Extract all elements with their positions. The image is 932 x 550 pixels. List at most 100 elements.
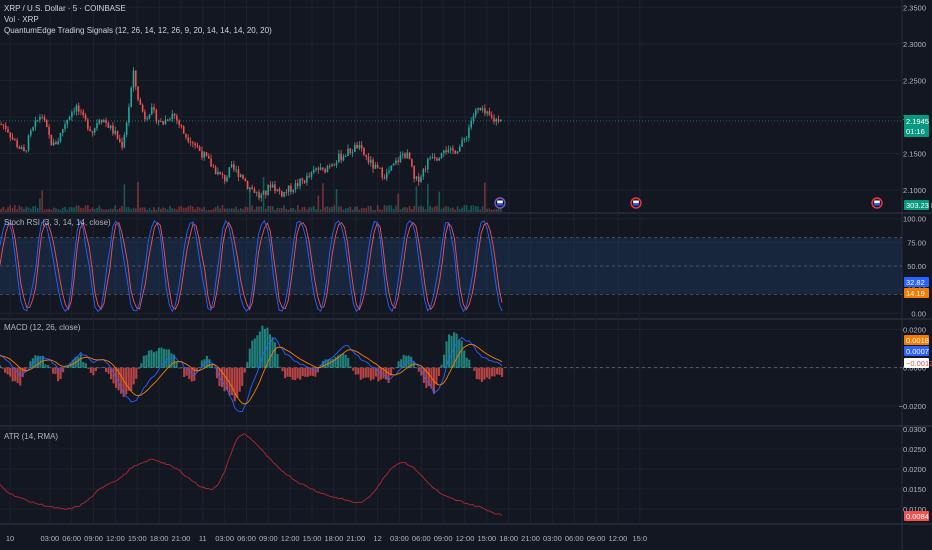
macd-histogram-bar [289,367,292,377]
macd-histogram-bar [276,353,279,368]
candle-body [155,109,158,122]
volume-bar [246,207,249,212]
candle-body [105,120,107,124]
time-axis[interactable]: 10 03:00 06:00 09:00 12:00 15:00 18:00 21:00 11 0… [6,534,647,543]
candle-body [493,117,495,122]
volume-bar [178,206,180,212]
volume-bar [390,205,393,212]
candle-body [468,127,470,138]
time-tick-label: 21:00 [521,534,540,543]
macd-histogram-bar [4,367,7,373]
price-tick-label: 2.3000 [903,40,926,49]
candle-body [358,144,361,149]
candle-body [461,139,463,147]
indicator-title[interactable]: QuantumEdge Trading Signals (12, 26, 14,… [4,25,272,36]
macd-histogram-bar [112,367,115,384]
volume-bar [121,206,123,212]
macd-histogram-bar [473,367,476,371]
volume-bar [474,206,477,212]
volume-bar [385,205,388,212]
volume-bar [214,207,217,212]
candle-body [322,167,324,170]
candle-body [447,149,450,153]
candle-body [139,99,142,105]
volume-bar [194,209,196,212]
volume-bar [43,209,46,212]
candle-body [73,111,75,113]
macd-histogram-bar [465,357,468,368]
macd-histogram-bar [359,367,362,380]
earnings-icon[interactable] [494,197,506,209]
candle-body [7,129,9,133]
candle-body [226,176,228,182]
volume-bar [340,206,342,212]
us-flag-icon[interactable] [871,197,883,209]
macd-histogram-bar [364,367,367,378]
time-tick-label: 06:00 [237,534,256,543]
candle-body [406,152,409,159]
volume-bar [210,209,212,212]
volume-bar [258,206,260,212]
candle-body [365,155,368,157]
candle-body [180,124,183,127]
volume-bar [217,205,219,212]
us-flag-icon-field [633,203,639,206]
volume-bar [365,208,368,212]
candle-body [164,119,167,125]
macd-histogram-bar [183,367,186,377]
candle-body [187,137,190,142]
macd-histogram-bar [405,355,408,368]
macd-pane-label[interactable]: MACD (12, 26, close) [4,323,80,332]
macd-histogram-bar [1,367,4,369]
macd-histogram-bar [349,366,352,368]
volume-bar [116,209,119,212]
volume-title[interactable]: Vol · XRP [4,14,272,25]
candle-body [308,175,310,177]
macd-histogram-bar [142,355,145,368]
volume-bar [481,206,484,212]
volume-bar [198,207,201,212]
symbol-title[interactable]: XRP / U.S. Dollar · 5 · COINBASE [4,3,272,14]
candle-body [201,150,203,158]
volume-bar [139,207,142,212]
candle-body [427,158,429,170]
candle-body [354,144,356,152]
candle-body [75,105,78,112]
volume-bar [326,206,329,212]
volume-bar [408,205,411,212]
macd-histogram-bar [397,361,400,368]
stoch-pane-label[interactable]: Stoch RSI (3, 3, 14, 14, close) [4,218,111,227]
us-flag-icon[interactable] [630,197,642,209]
atr-pane-label[interactable]: ATR (14, RMA) [4,432,58,441]
time-tick-label: 06:00 [412,534,431,543]
macd-histogram-bar [36,355,39,368]
candle-body [89,128,91,131]
time-tick-label: 15:0 [632,534,647,543]
volume-bar [185,207,187,212]
candle-body [401,153,404,155]
candle-body [109,125,112,128]
trading-chart[interactable]: 2.35002.30002.25002.20002.15002.1000100.… [0,0,932,550]
candle-body [14,139,16,141]
volume-bar [260,206,263,212]
candle-body [242,174,244,179]
candle-body [335,162,338,165]
volume-bar [242,209,244,212]
volume-bar [443,207,445,212]
volume-bar [317,195,320,212]
volume-bar [107,209,110,212]
candle-body [235,169,237,171]
macd-histogram-bar [180,367,183,369]
candle-body [192,142,194,144]
candle-body [281,191,283,197]
time-tick-label: 09:00 [84,534,103,543]
candle-body [162,121,164,125]
volume-bar [39,198,41,212]
volume-bar [354,206,356,212]
macd-histogram-bar [92,367,95,376]
candle-body [25,150,28,152]
volume-bar [189,205,192,212]
candle-body [294,183,297,190]
volume-bar [349,206,352,212]
volume-bar [431,207,434,212]
